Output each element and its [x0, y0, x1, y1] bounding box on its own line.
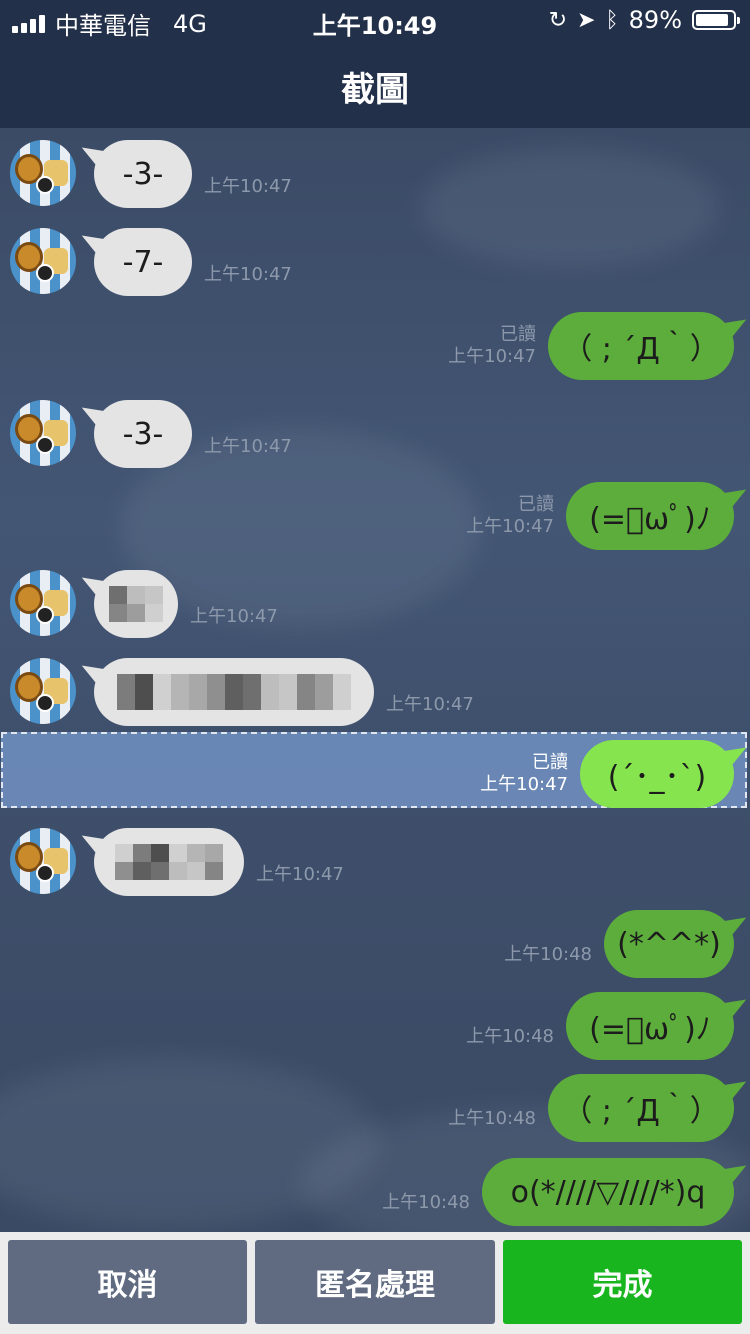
message-text: -3-	[122, 416, 164, 452]
message-meta: 上午10:48	[382, 1192, 470, 1214]
message-time: 上午10:47	[204, 436, 292, 457]
message-time: 上午10:48	[382, 1192, 470, 1213]
message-bubble[interactable]: （ ; ´Д｀）	[548, 1074, 734, 1142]
message-row[interactable]: 上午10:47	[0, 568, 750, 644]
battery-percent: 89%	[628, 6, 682, 34]
pixelation-mosaic	[115, 844, 223, 880]
rotation-lock-icon: ↻	[548, 7, 568, 33]
message-time: 上午10:47	[256, 864, 344, 885]
message-bubble[interactable]: -3-	[94, 140, 192, 208]
read-receipt: 已讀	[518, 494, 554, 515]
avatar[interactable]	[10, 828, 76, 894]
message-time: 上午10:47	[204, 264, 292, 285]
message-time: 上午10:47	[190, 606, 278, 627]
message-time: 上午10:47	[466, 516, 554, 537]
message-meta: 上午10:47	[386, 694, 474, 716]
message-bubble[interactable]: -7-	[94, 228, 192, 296]
message-row[interactable]: (*^^*) 上午10:48	[0, 908, 750, 984]
avatar[interactable]	[10, 140, 76, 206]
bluetooth-icon: ᛒ	[605, 7, 619, 33]
cancel-button[interactable]: 取消	[8, 1240, 247, 1324]
read-receipt: 已讀	[500, 324, 536, 345]
location-icon: ➤	[577, 7, 596, 33]
pixelated-message-bubble[interactable]	[94, 658, 374, 726]
message-meta: 已讀 上午10:47	[466, 494, 554, 538]
status-right: ↻ ➤ ᛒ 89%	[548, 6, 740, 34]
message-meta: 上午10:48	[466, 1026, 554, 1048]
message-meta: 已讀 上午10:47	[480, 752, 568, 796]
message-row[interactable]: 上午10:47	[0, 656, 750, 732]
message-row[interactable]: （ ; ´Д｀） 上午10:48	[0, 1072, 750, 1148]
nav-bar: 截圖	[0, 44, 750, 128]
message-meta: 上午10:47	[256, 864, 344, 886]
message-text: (´･_･`)	[607, 760, 707, 795]
message-time: 上午10:47	[386, 694, 474, 715]
anonymize-button[interactable]: 匿名處理	[255, 1240, 495, 1324]
message-text: (=ﾟωﾟ)ﾉ	[589, 502, 711, 537]
pixelated-message-bubble[interactable]	[94, 570, 178, 638]
bottom-toolbar: 取消 匿名處理 完成	[0, 1232, 750, 1334]
message-text: (*^^*)	[617, 926, 721, 962]
chat-area[interactable]: -3- 上午10:47 -7- 上午10:47 （ ; ´Д｀） 已讀 上午10:47 -3-…	[0, 128, 750, 1232]
message-row[interactable]: -7- 上午10:47	[0, 226, 750, 302]
message-time: 上午10:48	[504, 944, 592, 965]
message-row[interactable]: -3- 上午10:47	[0, 138, 750, 214]
message-row[interactable]: (=ﾟωﾟ)ﾉ 已讀 上午10:47	[0, 480, 750, 556]
message-time: 上午10:47	[204, 176, 292, 197]
status-bar: 中華電信 4G 上午10:49 ↻ ➤ ᛒ 89%	[0, 0, 750, 44]
message-bubble[interactable]: (=ﾟωﾟ)ﾉ	[566, 482, 734, 550]
message-row[interactable]: 上午10:47	[0, 826, 750, 902]
done-button[interactable]: 完成	[503, 1240, 742, 1324]
message-meta: 上午10:47	[204, 176, 292, 198]
avatar[interactable]	[10, 400, 76, 466]
message-bubble[interactable]: （ ; ´Д｀）	[548, 312, 734, 380]
message-bubble[interactable]: -3-	[94, 400, 192, 468]
pixelation-mosaic	[117, 674, 351, 710]
message-meta: 上午10:48	[504, 944, 592, 966]
message-bubble[interactable]: (*^^*)	[604, 910, 734, 978]
message-meta: 已讀 上午10:47	[448, 324, 536, 368]
message-time: 上午10:48	[448, 1108, 536, 1129]
battery-icon	[692, 10, 740, 30]
page-title: 截圖	[341, 69, 409, 110]
message-meta: 上午10:47	[190, 606, 278, 628]
message-row[interactable]: o(*////▽////*)q 上午10:48	[0, 1156, 750, 1232]
message-text: o(*////▽////*)q	[510, 1174, 706, 1210]
message-time: 上午10:47	[480, 774, 568, 795]
message-bubble[interactable]: (=ﾟωﾟ)ﾉ	[566, 992, 734, 1060]
message-time: 上午10:47	[448, 346, 536, 367]
message-meta: 上午10:47	[204, 264, 292, 286]
avatar[interactable]	[10, 658, 76, 724]
avatar[interactable]	[10, 570, 76, 636]
message-row[interactable]: (=ﾟωﾟ)ﾉ 上午10:48	[0, 990, 750, 1066]
message-bubble[interactable]: (´･_･`)	[580, 740, 734, 808]
pixelation-mosaic	[109, 586, 163, 622]
message-row[interactable]: （ ; ´Д｀） 已讀 上午10:47	[0, 310, 750, 386]
message-text: -3-	[122, 156, 164, 192]
message-meta: 上午10:47	[204, 436, 292, 458]
message-text: -7-	[122, 244, 164, 280]
message-time: 上午10:48	[466, 1026, 554, 1047]
message-text: （ ; ´Д｀）	[562, 332, 720, 367]
read-receipt: 已讀	[532, 752, 568, 773]
message-row[interactable]: -3- 上午10:47	[0, 398, 750, 474]
message-meta: 上午10:48	[448, 1108, 536, 1130]
pixelated-message-bubble[interactable]	[94, 828, 244, 896]
message-text: (=ﾟωﾟ)ﾉ	[589, 1012, 711, 1047]
message-bubble[interactable]: o(*////▽////*)q	[482, 1158, 734, 1226]
avatar[interactable]	[10, 228, 76, 294]
message-text: （ ; ´Д｀）	[562, 1094, 720, 1129]
message-row[interactable]: (´･_･`) 已讀 上午10:47	[0, 732, 750, 814]
